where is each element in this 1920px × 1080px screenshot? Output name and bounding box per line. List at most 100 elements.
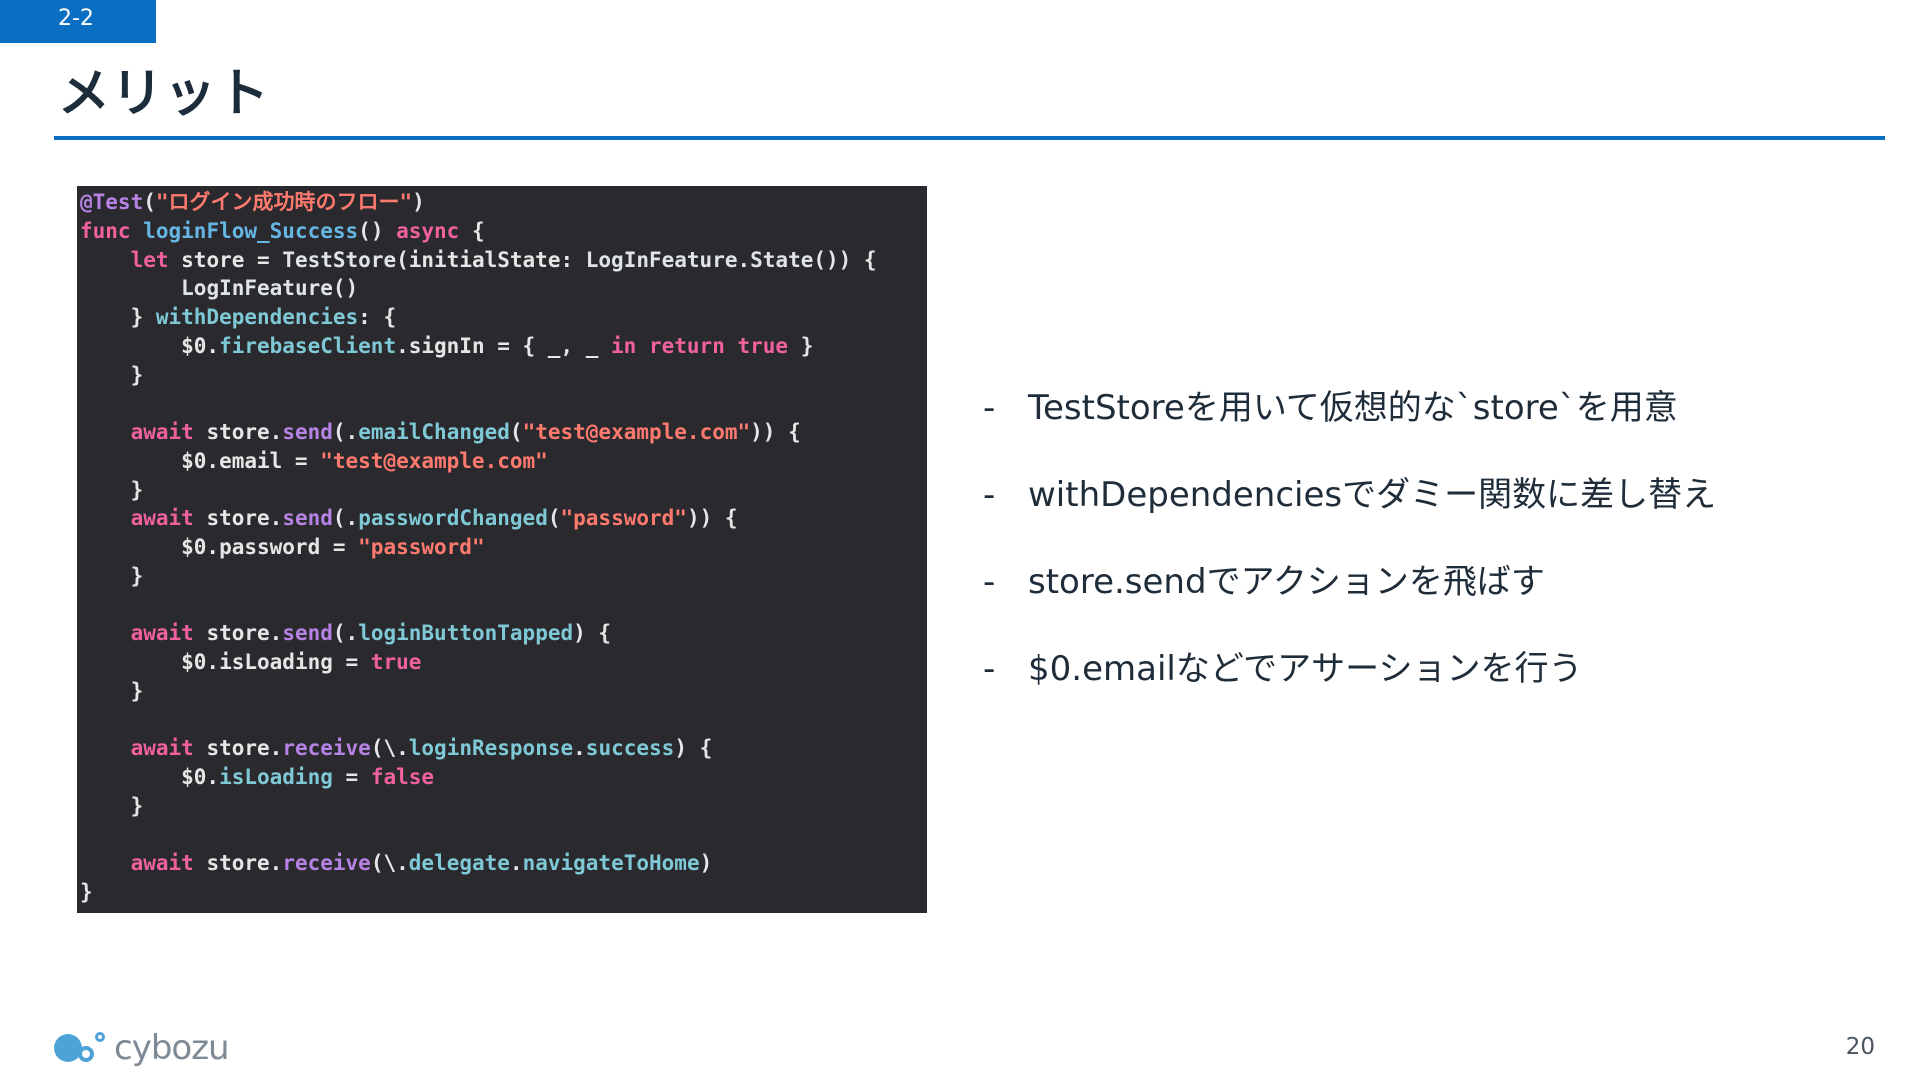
code-line: let store = TestStore(initialState: LogI… (80, 246, 927, 275)
code-token: isLoading (219, 765, 333, 789)
code-token: ) { (674, 736, 713, 761)
code-line: @Test("ログイン成功時のフロー") (80, 188, 927, 217)
code-line: } (80, 562, 927, 591)
code-token: (initialState: (396, 247, 586, 272)
code-line: LogInFeature() (80, 274, 927, 303)
code-line: await store.receive(\.loginResponse.succ… (80, 734, 927, 763)
code-token: ( (547, 506, 561, 531)
bullet-dash: - (983, 475, 996, 515)
code-token: { (459, 218, 485, 243)
code-token: withDependencies (155, 305, 359, 329)
code-token: .signIn = { _, _ (396, 333, 612, 358)
code-token: ) (412, 190, 425, 214)
bullet-item: - store.sendでアクションを飛ばす (983, 554, 1883, 641)
code-token: receive (282, 736, 371, 761)
code-token: } (80, 563, 144, 588)
code-token: store. (193, 851, 283, 876)
code-token: store. (193, 736, 283, 761)
code-token: return (648, 333, 725, 358)
page-title: メリット (58, 64, 271, 124)
code-line: $0.isLoading = true (80, 648, 927, 677)
code-token: loginButtonTapped (358, 621, 574, 646)
code-token: LogInFeature (181, 276, 333, 301)
code-token: store. (193, 506, 283, 531)
code-token: : { (358, 305, 397, 329)
code-token: func (80, 218, 131, 243)
code-token: )) { (750, 420, 801, 444)
code-token: true (370, 650, 422, 674)
code-token: TestStore (282, 247, 397, 272)
bullet-dash: - (983, 649, 996, 689)
code-line: } (80, 476, 927, 505)
code-token: $0.email = (80, 448, 321, 473)
bullet-text: $0.emailなどでアサーションを行う (1028, 649, 1583, 689)
code-token: store = (168, 247, 283, 272)
title-divider (54, 136, 1885, 140)
code-line: } (80, 878, 927, 907)
code-token: ) { (573, 621, 612, 646)
code-line: $0.password = "password" (80, 533, 927, 562)
code-token: await (130, 736, 194, 761)
code-token: loginFlow_Success (143, 218, 359, 243)
code-token: () (332, 276, 359, 301)
code-line: } (80, 361, 927, 390)
code-token: store. (193, 420, 283, 444)
bullet-item: - withDependenciesでダミー関数に差し替え (983, 467, 1883, 554)
code-token: let (130, 247, 169, 272)
code-line: } withDependencies: { (80, 303, 927, 332)
code-token: firebaseClient (219, 333, 397, 358)
code-token: = (332, 765, 371, 789)
code-line: $0.email = "test@example.com" (80, 447, 927, 476)
code-token: } (80, 793, 144, 818)
code-token: store. (193, 621, 283, 646)
code-token: in (611, 333, 637, 358)
code-screenshot: @Test("ログイン成功時のフロー") func loginFlow_Succe… (77, 186, 927, 913)
section-tag: 2-2 (0, 0, 156, 43)
code-token: $0. (80, 333, 220, 358)
code-token: ()) { (813, 247, 877, 272)
code-token: await (130, 621, 194, 646)
code-token: passwordChanged (358, 506, 548, 531)
code-token: } (80, 678, 144, 703)
logo-dot-small (95, 1032, 105, 1042)
code-line: $0.firebaseClient.signIn = { _, _ in ret… (80, 332, 927, 361)
code-token: receive (282, 851, 371, 876)
code-line: $0.isLoading = false (80, 763, 927, 792)
bullet-text: TestStoreを用いて仮想的な`store`を用意 (1028, 388, 1678, 428)
bullet-item: - TestStoreを用いて仮想的な`store`を用意 (983, 380, 1883, 467)
logo-dot-large (54, 1034, 82, 1062)
code-token: false (370, 765, 435, 789)
code-token: @Test (80, 190, 144, 214)
logo-dot-medium (78, 1046, 94, 1062)
code-token: await (130, 420, 194, 444)
code-line: await store.receive(\.delegate.navigateT… (80, 849, 927, 878)
bullet-item: - $0.emailなどでアサーションを行う (983, 641, 1883, 728)
code-line: func loginFlow_Success() async { (80, 217, 927, 246)
code-token: "test@example.com" (320, 448, 548, 473)
code-token: true (737, 333, 789, 358)
code-token: ) (699, 851, 713, 876)
code-token: $0.password = (80, 535, 359, 559)
bullet-list: - TestStoreを用いて仮想的な`store`を用意 - withDepe… (983, 380, 1883, 728)
code-token: } (80, 477, 144, 502)
code-token: send (282, 621, 333, 646)
code-line: } (80, 677, 927, 706)
code-token: $0.isLoading = (80, 650, 371, 674)
code-token: (\. (370, 736, 409, 761)
code-line: await store.send(.passwordChanged("passw… (80, 504, 927, 533)
code-token: )) { (686, 506, 738, 531)
code-token: . (573, 736, 586, 761)
bullet-text: withDependenciesでダミー関数に差し替え (1028, 475, 1717, 515)
code-token: success (585, 736, 675, 761)
code-token: delegate (408, 851, 510, 876)
code-token: $0. (80, 765, 220, 789)
code-token: "ログイン成功時のフロー" (155, 190, 413, 214)
